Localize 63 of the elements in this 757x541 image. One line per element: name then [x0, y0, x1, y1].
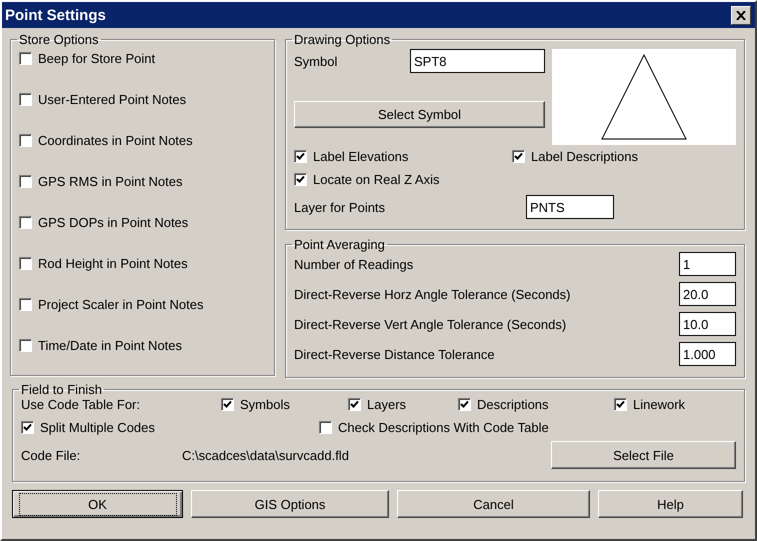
checkbox[interactable]	[319, 421, 332, 434]
checkbox[interactable]	[512, 150, 525, 163]
window-title: Point Settings	[5, 6, 106, 24]
checkbox-option[interactable]: Linework	[614, 397, 736, 412]
checkbox[interactable]	[19, 216, 32, 229]
checkbox-option[interactable]: Check Descriptions With Code Table	[319, 420, 736, 435]
field-label: Code File:	[21, 448, 82, 462]
checkbox[interactable]	[21, 421, 34, 434]
checkbox-option[interactable]: GPS DOPs in Point Notes	[19, 215, 266, 230]
checkbox-option[interactable]: User-Entered Point Notes	[19, 92, 266, 107]
checkbox-option[interactable]: Label Descriptions	[512, 149, 736, 164]
checkbox[interactable]	[19, 257, 32, 270]
symbol-field[interactable]: SPT8	[410, 49, 545, 73]
value-field[interactable]: 1.000	[679, 342, 736, 366]
group-title: Drawing Options	[293, 32, 392, 47]
checkbox[interactable]	[294, 173, 307, 186]
field-label: Number of Readings	[294, 256, 414, 272]
triangle-icon	[601, 54, 687, 140]
field-label: Layer for Points	[294, 200, 386, 214]
select-symbol-button[interactable]: Select Symbol	[294, 101, 545, 128]
checkbox-option[interactable]: GPS RMS in Point Notes	[19, 174, 266, 189]
checkbox[interactable]	[458, 398, 471, 411]
field-label: Symbol	[294, 54, 338, 68]
checkbox[interactable]	[19, 93, 32, 106]
checkbox-option[interactable]: Symbols	[221, 397, 348, 412]
file-path: C:\scadces\data\survcadd.fld	[182, 448, 350, 462]
group-title: Point Averaging	[293, 237, 386, 252]
field-label: Direct-Reverse Horz Angle Tolerance (Seconds)	[294, 286, 570, 302]
field-label: Use Code Table For:	[21, 397, 141, 412]
close-icon	[736, 10, 746, 20]
group-title: Field to Finish	[20, 382, 103, 397]
checkbox-option[interactable]: Time/Date in Point Notes	[19, 338, 266, 353]
layer-field[interactable]: PNTS	[526, 195, 614, 219]
group-title: Store Options	[18, 32, 100, 47]
field-label: Direct-Reverse Distance Tolerance	[294, 346, 495, 362]
field-label: Direct-Reverse Vert Angle Tolerance (Seconds)	[294, 316, 566, 332]
checkbox-option[interactable]: Descriptions	[458, 397, 614, 412]
checkbox[interactable]	[348, 398, 361, 411]
value-field[interactable]: 20.0	[679, 282, 736, 306]
checkbox[interactable]	[221, 398, 234, 411]
select-file-button[interactable]: Select File	[551, 441, 736, 469]
dialog-button[interactable]: GIS Options	[191, 490, 389, 518]
checkbox-option[interactable]: Locate on Real Z Axis	[294, 172, 512, 187]
checkbox-option[interactable]: Split Multiple Codes	[21, 420, 319, 435]
value-field[interactable]: 1	[679, 252, 736, 276]
checkbox[interactable]	[614, 398, 627, 411]
checkbox-option[interactable]: Coordinates in Point Notes	[19, 133, 266, 148]
checkbox[interactable]	[19, 298, 32, 311]
dialog-button[interactable]: Help	[598, 490, 743, 518]
checkbox-option[interactable]: Rod Height in Point Notes	[19, 256, 266, 271]
checkbox-option[interactable]: Project Scaler in Point Notes	[19, 297, 266, 312]
checkbox-option[interactable]: Label Elevations	[294, 149, 512, 164]
checkbox[interactable]	[19, 175, 32, 188]
checkbox[interactable]	[19, 339, 32, 352]
dialog-button[interactable]: Cancel	[397, 490, 590, 518]
value-field[interactable]: 10.0	[679, 312, 736, 336]
checkbox[interactable]	[19, 134, 32, 147]
checkbox[interactable]	[294, 150, 307, 163]
checkbox-option[interactable]: Beep for Store Point	[19, 51, 266, 66]
dialog-button[interactable]: OK	[12, 490, 183, 518]
checkbox-option[interactable]: Layers	[348, 397, 458, 412]
checkbox[interactable]	[19, 52, 32, 65]
close-button[interactable]	[731, 6, 751, 24]
